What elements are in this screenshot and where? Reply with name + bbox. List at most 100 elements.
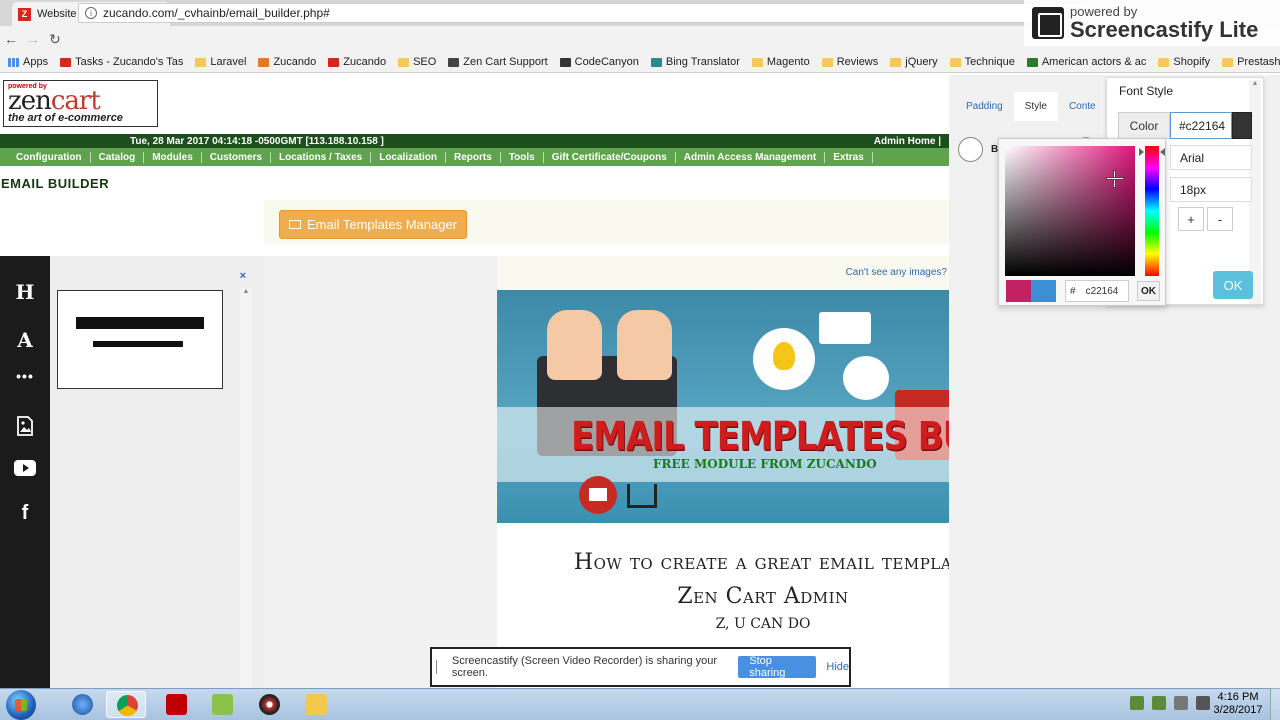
bookmark-item[interactable]: Zen Cart Support: [448, 56, 548, 68]
bookmark-item[interactable]: American actors & ac: [1026, 56, 1146, 68]
bookmark-item[interactable]: jQuery: [890, 56, 938, 68]
taskbar-clock[interactable]: 4:16 PM 3/28/2017: [1208, 691, 1268, 717]
bookmark-item[interactable]: Zucando: [328, 56, 386, 68]
saturation-value-area[interactable]: [1005, 146, 1135, 276]
network-icon[interactable]: [1174, 696, 1188, 710]
hero-image[interactable]: EMAIL TEMPLATES BUILDER FREE MODULE FROM…: [497, 290, 949, 523]
tab-padding[interactable]: Padding: [955, 92, 1014, 121]
menu-customers[interactable]: Customers: [202, 151, 272, 163]
menu-catalog[interactable]: Catalog: [91, 151, 145, 163]
tray-icon[interactable]: [1152, 696, 1166, 710]
menu-gift-certificates[interactable]: Gift Certificate/Coupons: [544, 151, 676, 163]
zencart-favicon-icon: Z: [18, 7, 31, 21]
thumb-heading-line: [76, 317, 204, 329]
video-tool-icon[interactable]: [0, 460, 50, 479]
menu-reports[interactable]: Reports: [446, 151, 501, 163]
hex-input[interactable]: # c22164: [1065, 280, 1129, 302]
image-tool-icon[interactable]: [0, 416, 50, 439]
bookmark-item[interactable]: Reviews: [821, 56, 878, 68]
hide-notice-link[interactable]: Hide: [826, 661, 849, 673]
bookmark-item[interactable]: Shopify: [1158, 56, 1210, 68]
settings-ok-button[interactable]: OK: [1213, 271, 1253, 299]
email-preview[interactable]: Can't see any images? EMAIL TEMPLATES BU…: [497, 256, 949, 688]
credit-card-icon: [819, 312, 871, 344]
drag-handle-icon[interactable]: [436, 660, 438, 674]
bookmarks-bar: Apps Tasks - Zucando's Tas Laravel Zucan…: [0, 52, 1280, 73]
block-panel-scrollbar[interactable]: ▲: [240, 288, 252, 688]
bookmark-item[interactable]: Apps: [8, 56, 48, 68]
thunderbird-icon: [72, 694, 93, 715]
hex-value: c22164: [1085, 285, 1119, 297]
bold-toggle[interactable]: [958, 137, 983, 162]
back-arrow-icon[interactable]: ←: [0, 31, 22, 47]
scroll-up-icon[interactable]: ▲: [1249, 80, 1261, 87]
increase-size-button[interactable]: +: [1178, 207, 1204, 231]
logo-wordmark: zencart: [8, 86, 101, 116]
menu-localization[interactable]: Localization: [371, 151, 447, 163]
start-button-icon[interactable]: [6, 690, 36, 720]
taskbar-filezilla[interactable]: [156, 691, 196, 718]
hue-handle-left-icon[interactable]: [1139, 148, 1144, 156]
stop-sharing-button[interactable]: Stop sharing: [738, 655, 817, 679]
bookmark-item[interactable]: Bing Translator: [650, 56, 740, 68]
color-input[interactable]: #c22164: [1170, 112, 1232, 139]
envelope-icon: [288, 220, 301, 229]
bookmark-item[interactable]: Zucando: [258, 56, 316, 68]
taskbar-notepad[interactable]: [202, 691, 242, 718]
heading-tool-icon[interactable]: H: [0, 280, 50, 304]
scroll-up-icon[interactable]: ▲: [240, 288, 252, 295]
admin-home-link[interactable]: Admin Home |: [874, 136, 941, 147]
heading-block-thumbnail[interactable]: [57, 290, 223, 389]
color-swatch-button[interactable]: [1232, 112, 1252, 139]
close-panel-icon[interactable]: ×: [240, 270, 246, 282]
email-subheading[interactable]: Z, U CAN DO: [497, 616, 949, 632]
email-heading[interactable]: How to create a great email templa Zen C…: [497, 546, 949, 614]
font-family-select[interactable]: Arial: [1170, 145, 1252, 170]
film-icon: [1032, 7, 1064, 39]
taskbar-explorer[interactable]: [296, 691, 336, 718]
screen-sharing-notice: Screencastify (Screen Video Recorder) is…: [430, 647, 851, 687]
menu-admin-access[interactable]: Admin Access Management: [676, 151, 826, 163]
bookmark-item[interactable]: Prestashop: [1222, 56, 1280, 68]
bookmark-item[interactable]: Laravel: [195, 56, 246, 68]
text-tool-icon[interactable]: A: [0, 328, 50, 352]
menu-modules[interactable]: Modules: [144, 151, 202, 163]
menu-locations-taxes[interactable]: Locations / Taxes: [271, 151, 372, 163]
tray-icon[interactable]: [1130, 696, 1144, 710]
picker-ok-button[interactable]: OK: [1137, 281, 1160, 301]
font-size-select[interactable]: 18px: [1170, 177, 1252, 202]
notepad-icon: [212, 694, 233, 715]
show-desktop-button[interactable]: [1270, 688, 1280, 720]
email-templates-manager-button[interactable]: Email Templates Manager: [279, 210, 467, 239]
address-bar[interactable]: i zucando.com/_cvhainb/email_builder.php…: [78, 3, 1088, 23]
hue-slider[interactable]: [1145, 146, 1159, 276]
bookmark-item[interactable]: Magento: [751, 56, 810, 68]
current-color-preview[interactable]: [1031, 280, 1056, 302]
zencart-icon: [448, 57, 460, 67]
hue-handle-right-icon[interactable]: [1160, 148, 1165, 156]
envelope-icon: [579, 476, 617, 514]
taskbar-thunderbird[interactable]: [62, 691, 102, 718]
menu-extras[interactable]: Extras: [825, 151, 873, 163]
taskbar-chrome[interactable]: [106, 691, 146, 718]
bookmark-item[interactable]: Technique: [949, 56, 1015, 68]
folder-icon: [1158, 57, 1170, 67]
forward-arrow-icon[interactable]: →: [22, 31, 44, 47]
zencart-logo[interactable]: powered by zencart the art of e-commerce: [3, 80, 158, 127]
tab-style[interactable]: Style: [1013, 92, 1058, 121]
view-online-link[interactable]: Can't see any images?: [846, 267, 947, 278]
bookmark-item[interactable]: CodeCanyon: [559, 56, 639, 68]
menu-tools[interactable]: Tools: [501, 151, 544, 163]
tab-content[interactable]: Conte: [1058, 92, 1107, 121]
taskbar-media[interactable]: [249, 691, 289, 718]
menu-configuration[interactable]: Configuration: [8, 151, 91, 163]
decrease-size-button[interactable]: -: [1207, 207, 1233, 231]
facebook-tool-icon[interactable]: f: [0, 502, 50, 525]
reload-icon[interactable]: ↻: [44, 31, 66, 48]
divider-tool-icon[interactable]: •••: [0, 368, 50, 384]
hero-title: EMAIL TEMPLATES BUILDER: [571, 414, 949, 460]
bookmark-item[interactable]: Tasks - Zucando's Tas: [60, 56, 183, 68]
bookmark-item[interactable]: SEO: [398, 56, 436, 68]
codecanyon-icon: [559, 57, 571, 67]
info-icon[interactable]: i: [85, 7, 97, 19]
